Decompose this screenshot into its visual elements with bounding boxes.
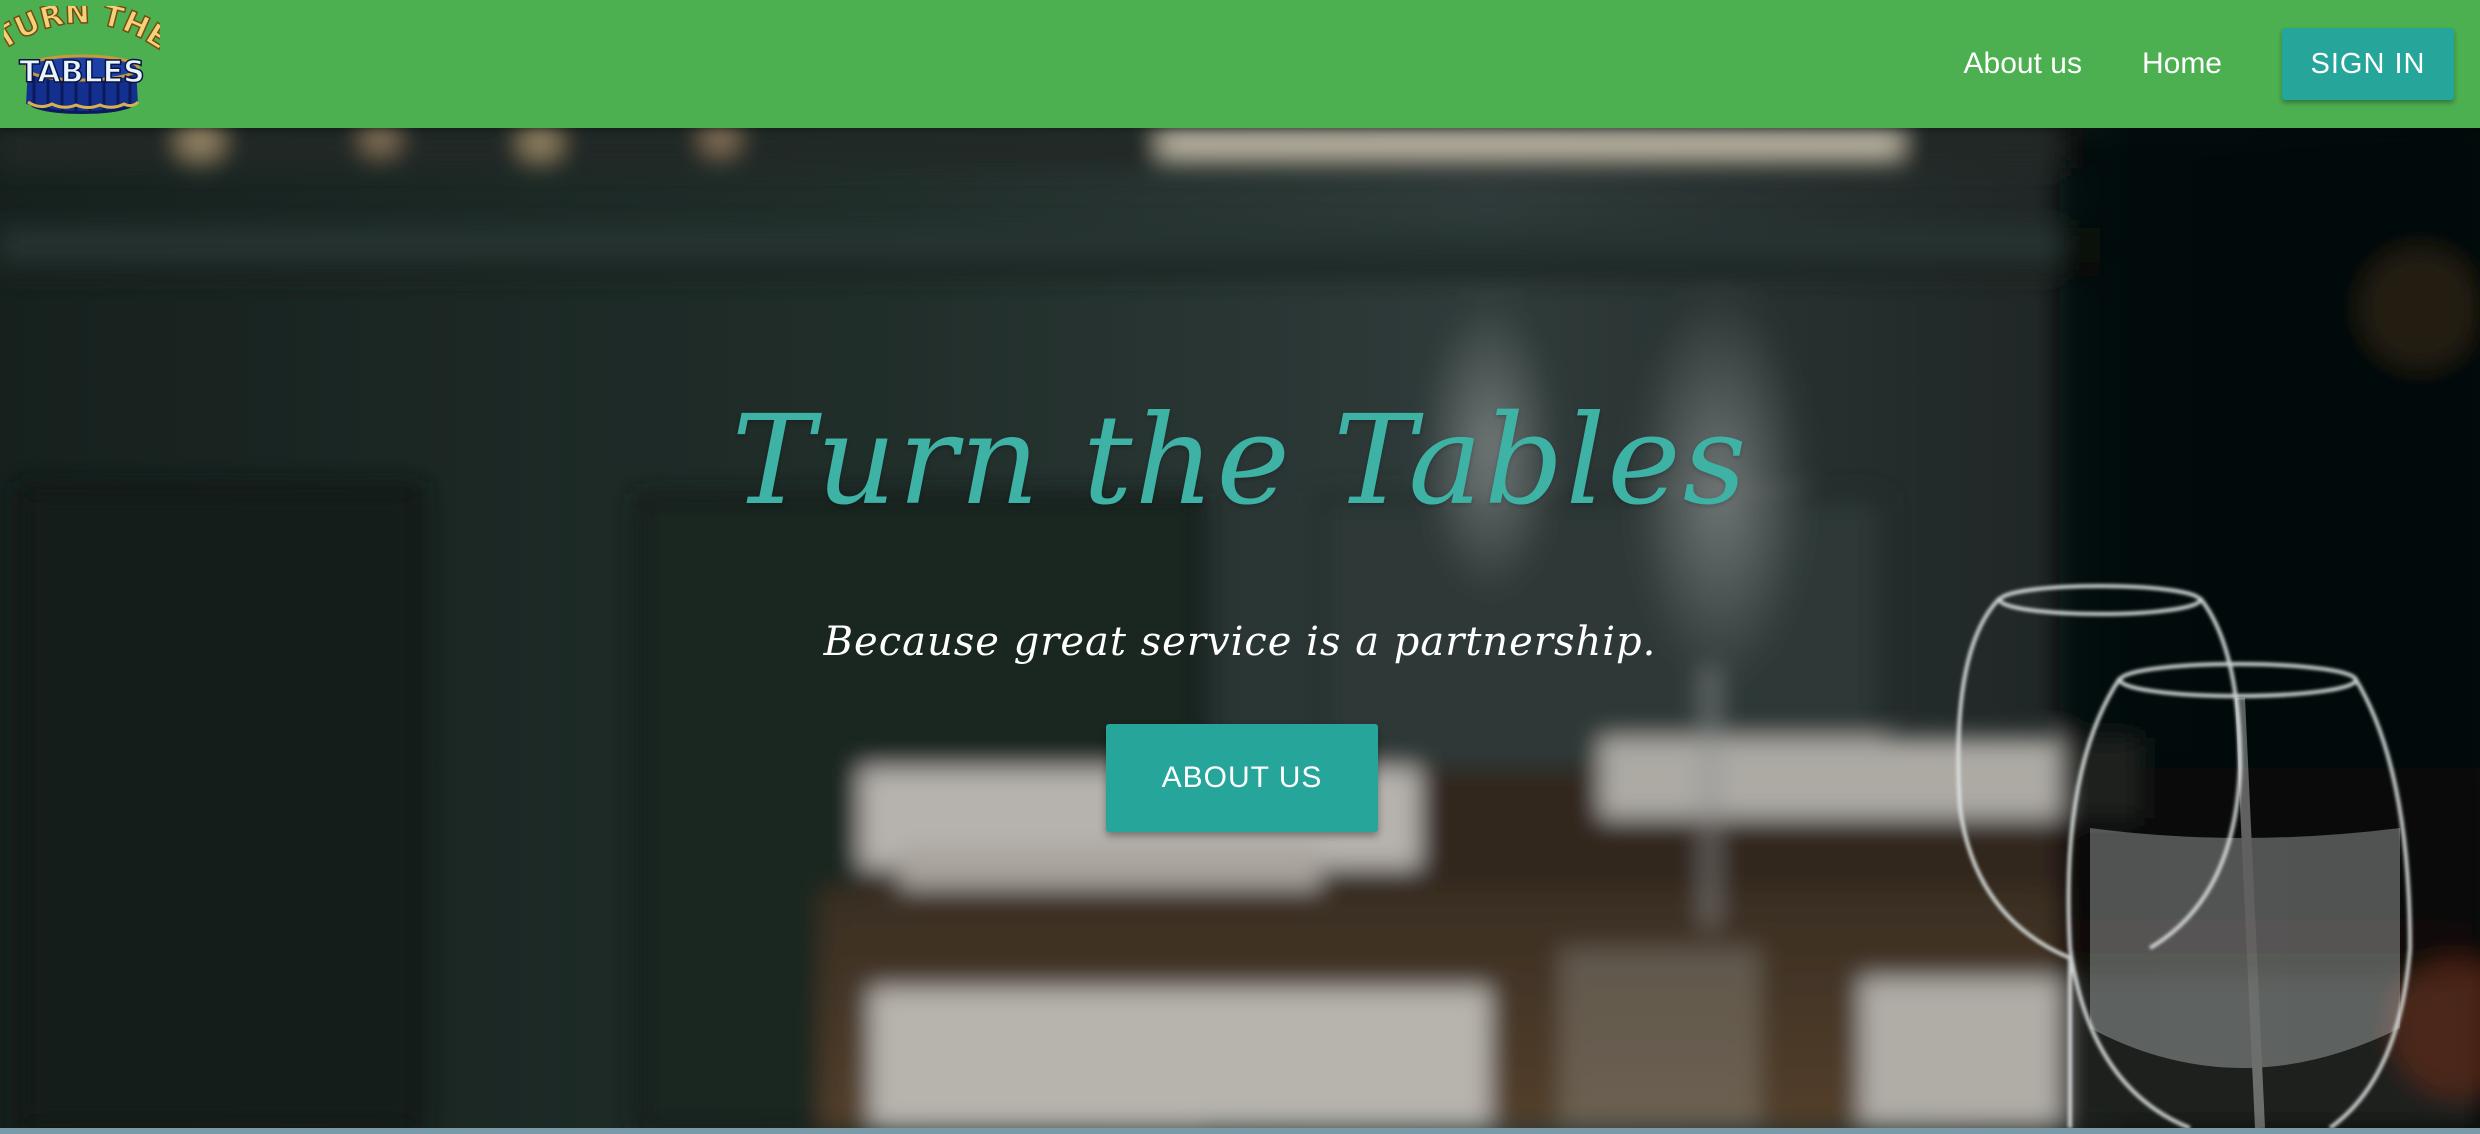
logo-text-line2: TABLES <box>19 55 144 90</box>
sign-in-button[interactable]: SIGN IN <box>2282 28 2454 100</box>
about-us-button[interactable]: ABOUT US <box>1106 724 1378 832</box>
hero-title: Turn the Tables <box>731 389 1749 533</box>
nav-link-home[interactable]: Home <box>2142 47 2222 81</box>
nav-link-about[interactable]: About us <box>1964 47 2082 81</box>
top-navbar: TURN THE TABLES About us Home SIGN IN <box>0 0 2480 128</box>
hero-section: Turn the Tables Because great service is… <box>0 128 2480 1128</box>
bottom-divider <box>0 1128 2480 1134</box>
svg-text:TURN THE: TURN THE <box>4 6 160 57</box>
hero-subtitle: Because great service is a partnership. <box>823 619 1657 665</box>
turn-the-tables-logo[interactable]: TURN THE TABLES <box>4 6 160 122</box>
logo-text-line1: TURN THE <box>4 6 160 58</box>
nav-links: About us Home SIGN IN <box>1964 0 2454 128</box>
